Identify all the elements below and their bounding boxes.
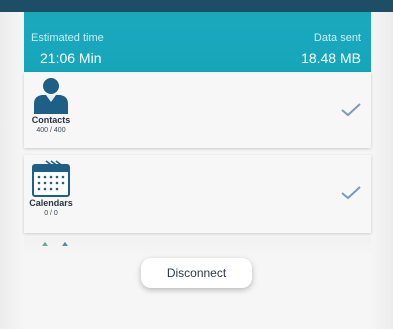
check-icon xyxy=(341,103,361,117)
estimated-time-label: Estimated time xyxy=(31,32,104,44)
check-icon xyxy=(341,186,361,200)
estimated-time-value: 21:06 Min xyxy=(40,50,102,66)
contacts-label: Contacts xyxy=(31,115,71,125)
person-icon xyxy=(34,78,68,114)
disconnect-button[interactable]: Disconnect xyxy=(141,258,252,288)
calendars-label: Calendars xyxy=(29,198,73,208)
calendars-count: 0 / 0 xyxy=(44,210,58,217)
top-status-bar xyxy=(0,0,393,12)
data-sent-value: 18.48 MB xyxy=(301,50,361,66)
calendars-item-card: Calendars 0 / 0 xyxy=(24,155,371,233)
transfer-header: Estimated time 21:06 Min Data sent 18.48… xyxy=(24,12,371,72)
data-sent-label: Data sent xyxy=(313,32,361,44)
contacts-count: 400 / 400 xyxy=(36,127,66,134)
contacts-item-card: Contacts 400 / 400 xyxy=(24,72,371,148)
calendar-icon xyxy=(32,160,70,197)
disconnect-button-label: Disconnect xyxy=(166,266,227,280)
